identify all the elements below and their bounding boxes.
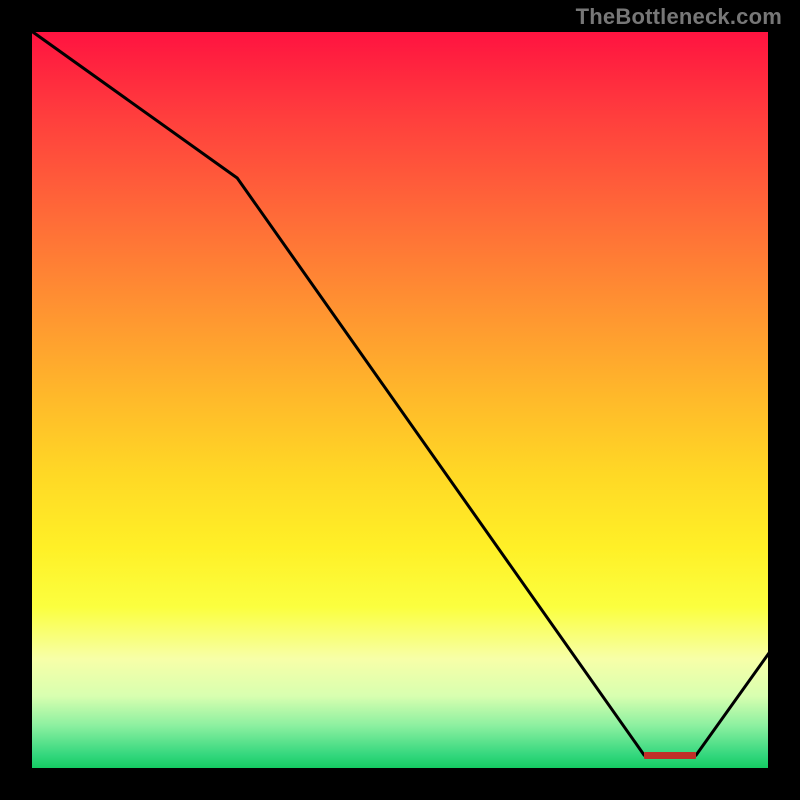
bottleneck-curve-svg [30, 30, 770, 770]
plot-frame [30, 30, 770, 770]
chart-container: TheBottleneck.com [0, 0, 800, 800]
optimal-range-marker [644, 752, 696, 759]
bottleneck-curve-path [30, 30, 770, 755]
watermark-label: TheBottleneck.com [576, 4, 782, 30]
